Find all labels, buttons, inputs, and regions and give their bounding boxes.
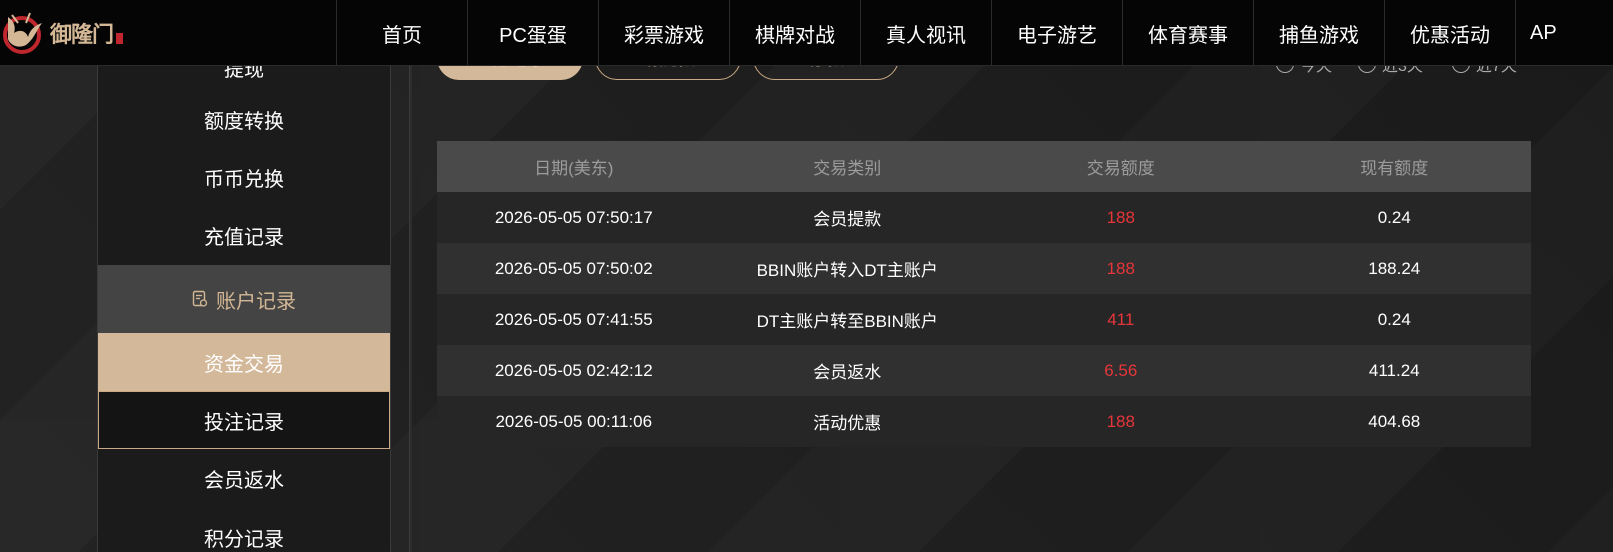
sidebar-item-fund-transactions[interactable]: 资金交易 bbox=[98, 333, 390, 391]
cell-type: 会员提款 bbox=[813, 210, 882, 229]
nav-item-promotions[interactable]: 优惠活动 bbox=[1384, 0, 1515, 66]
cell-amount: 188 bbox=[1106, 207, 1135, 227]
cell-balance: 404.68 bbox=[1368, 411, 1421, 431]
sidebar-group-account-records[interactable]: 账户记录 bbox=[98, 265, 390, 333]
column-header-amount: 交易额度 bbox=[1086, 159, 1155, 178]
seal-mark bbox=[116, 33, 124, 44]
cell-amount: 411 bbox=[1107, 309, 1135, 329]
cell-balance: 0.24 bbox=[1377, 207, 1411, 227]
nav-item-live-casino[interactable]: 真人视讯 bbox=[860, 0, 991, 66]
table-row: 2026-05-05 07:50:17 会员提款 188 0.24 bbox=[437, 192, 1531, 243]
sidebar-item-deposit-records[interactable]: 充值记录 bbox=[98, 206, 390, 264]
main-nav: 首页 PC蛋蛋 彩票游戏 棋牌对战 真人视讯 电子游艺 体育赛事 捕鱼游戏 优惠… bbox=[336, 0, 1611, 66]
cell-amount: 188 bbox=[1106, 258, 1135, 278]
cell-date: 2026-05-05 00:11:06 bbox=[495, 411, 653, 431]
nav-item-slots[interactable]: 电子游艺 bbox=[991, 0, 1122, 66]
nav-item-home[interactable]: 首页 bbox=[336, 0, 467, 66]
nav-item-pc-dandan[interactable]: PC蛋蛋 bbox=[467, 0, 598, 66]
sidebar-group-label: 账户记录 bbox=[216, 290, 296, 313]
cell-type: DT主账户转至BBIN账户 bbox=[756, 312, 938, 331]
account-sidebar: 提现 额度转换 币币兑换 充值记录 账户记录 资金交易 投注记录 会员返水 积分… bbox=[97, 59, 391, 552]
cell-date: 2026-05-05 02:42:12 bbox=[494, 360, 653, 380]
nav-item-fishing[interactable]: 捕鱼游戏 bbox=[1253, 0, 1384, 66]
table-row: 2026-05-05 07:41:55 DT主账户转至BBIN账户 411 0.… bbox=[437, 294, 1531, 345]
content-divider bbox=[409, 66, 412, 552]
column-header-balance: 现有额度 bbox=[1360, 159, 1429, 178]
transactions-table: 日期(美东) 交易类别 交易额度 现有额度 2026-05-05 07:50:1… bbox=[437, 141, 1531, 447]
cell-amount: 6.56 bbox=[1104, 360, 1138, 380]
cell-type: 活动优惠 bbox=[813, 414, 882, 433]
cell-balance: 411.24 bbox=[1368, 360, 1420, 380]
dragon-emblem-icon bbox=[3, 12, 42, 54]
top-header: 御隆门 首页 PC蛋蛋 彩票游戏 棋牌对战 真人视讯 电子游艺 体育赛事 捕鱼游… bbox=[0, 0, 1613, 66]
column-header-type: 交易类别 bbox=[813, 159, 882, 178]
nav-item-chess-cards[interactable]: 棋牌对战 bbox=[729, 0, 860, 66]
sidebar-item-transfer[interactable]: 额度转换 bbox=[98, 90, 390, 148]
nav-item-sports[interactable]: 体育赛事 bbox=[1122, 0, 1253, 66]
brand-logo[interactable]: 御隆门 bbox=[0, 6, 124, 60]
cell-type: 会员返水 bbox=[813, 363, 882, 382]
nav-item-lottery[interactable]: 彩票游戏 bbox=[598, 0, 729, 66]
table-row: 2026-05-05 02:42:12 会员返水 6.56 411.24 bbox=[437, 345, 1531, 396]
cell-amount: 188 bbox=[1106, 411, 1135, 431]
table-row: 2026-05-05 00:11:06 活动优惠 188 404.68 bbox=[437, 396, 1531, 447]
record-icon bbox=[192, 290, 208, 307]
cell-type: BBIN账户转入DT主账户 bbox=[756, 261, 938, 280]
table-row: 2026-05-05 07:50:02 BBIN账户转入DT主账户 188 18… bbox=[437, 243, 1531, 294]
sidebar-item-points-records[interactable]: 积分记录 bbox=[98, 508, 390, 552]
cell-date: 2026-05-05 07:50:02 bbox=[494, 258, 653, 278]
cell-balance: 0.24 bbox=[1377, 309, 1411, 329]
cell-date: 2026-05-05 07:50:17 bbox=[494, 207, 653, 227]
cell-balance: 188.24 bbox=[1368, 258, 1421, 278]
table-header: 日期(美东) 交易类别 交易额度 现有额度 bbox=[437, 141, 1531, 192]
brand-name: 御隆门 bbox=[50, 17, 124, 49]
sidebar-item-rebate[interactable]: 会员返水 bbox=[98, 449, 390, 507]
cell-date: 2026-05-05 07:41:55 bbox=[494, 309, 653, 329]
column-header-date: 日期(美东) bbox=[534, 159, 614, 178]
nav-item-app[interactable]: AP bbox=[1515, 0, 1611, 66]
sidebar-item-bet-records[interactable]: 投注记录 bbox=[98, 391, 390, 449]
sidebar-item-coin-exchange[interactable]: 币币兑换 bbox=[98, 148, 390, 206]
